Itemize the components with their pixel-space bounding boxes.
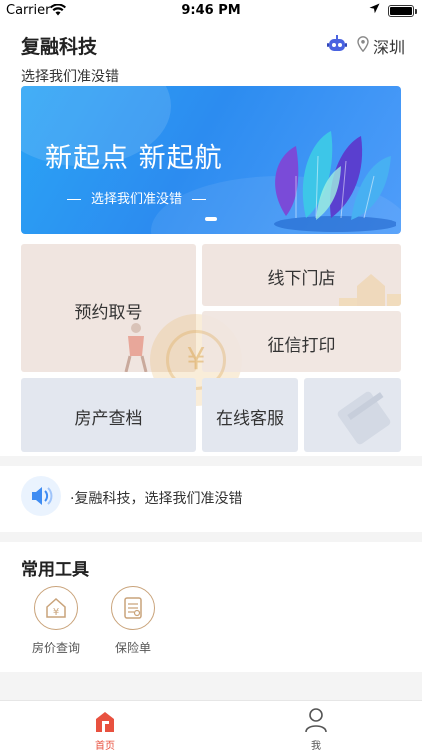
notice-text[interactable]: ·复融科技，选择我们准没错 — [70, 488, 242, 508]
promo-banner[interactable]: 新起点 新起航 选择我们准没错 — [21, 86, 401, 234]
insurance-doc-icon — [111, 586, 155, 630]
tool-label: 保险单 — [114, 641, 151, 655]
tool-insurance[interactable]: 保险单 — [105, 586, 161, 656]
house-illustration-icon — [339, 274, 401, 306]
plant-illustration-icon — [274, 131, 396, 232]
offline-store-tile[interactable]: 线下门店 — [202, 244, 401, 306]
online-service-tile[interactable]: 在线客服 — [202, 378, 298, 452]
house-price-icon: ¥ — [34, 586, 78, 630]
status-bar: Carrier 9:46 PM — [0, 0, 422, 22]
location-arrow-icon — [369, 3, 380, 14]
section-divider — [0, 672, 422, 700]
city-selector[interactable]: 深圳 — [373, 34, 405, 58]
banner-page-indicator[interactable] — [205, 217, 217, 221]
book-number-label: 预约取号 — [74, 303, 143, 323]
tab-home[interactable]: 首页 — [65, 701, 145, 750]
tab-bar: 首页 我 — [0, 700, 422, 750]
section-divider — [0, 532, 422, 542]
tool-house-price[interactable]: ¥ 房价查询 — [28, 586, 84, 656]
location-pin-icon[interactable] — [357, 36, 369, 52]
app-title: 复融科技 — [21, 36, 98, 58]
blank-tile[interactable] — [304, 378, 401, 452]
tab-home-label: 首页 — [95, 741, 115, 750]
tab-me[interactable]: 我 — [276, 701, 356, 750]
battery-icon — [388, 5, 417, 17]
app-header: 复融科技 深圳 — [0, 30, 422, 58]
online-service-label: 在线客服 — [216, 409, 284, 429]
house-record-label: 房产查档 — [74, 409, 143, 429]
house-record-tile[interactable]: 房产查档 — [21, 378, 196, 452]
clock: 9:46 PM — [181, 3, 241, 18]
header-slogan: 选择我们准没错 — [21, 69, 119, 85]
banner-subline-text: 选择我们准没错 — [91, 192, 183, 207]
tools-section-title: 常用工具 — [21, 560, 89, 580]
section-divider — [0, 456, 422, 466]
robot-assistant-icon[interactable] — [327, 35, 347, 53]
card-illustration-icon — [337, 391, 391, 445]
credit-print-label: 征信打印 — [267, 336, 336, 356]
tool-label: 房价查询 — [31, 641, 80, 655]
home-icon — [96, 712, 114, 732]
speaker-icon — [21, 476, 61, 516]
svg-text:¥: ¥ — [53, 607, 59, 618]
tab-me-label: 我 — [311, 741, 321, 750]
banner-subline: 选择我们准没错 — [57, 188, 216, 207]
credit-print-tile[interactable]: 征信打印 — [202, 311, 401, 372]
user-icon — [305, 708, 327, 733]
banner-headline: 新起点 新起航 — [45, 143, 223, 174]
